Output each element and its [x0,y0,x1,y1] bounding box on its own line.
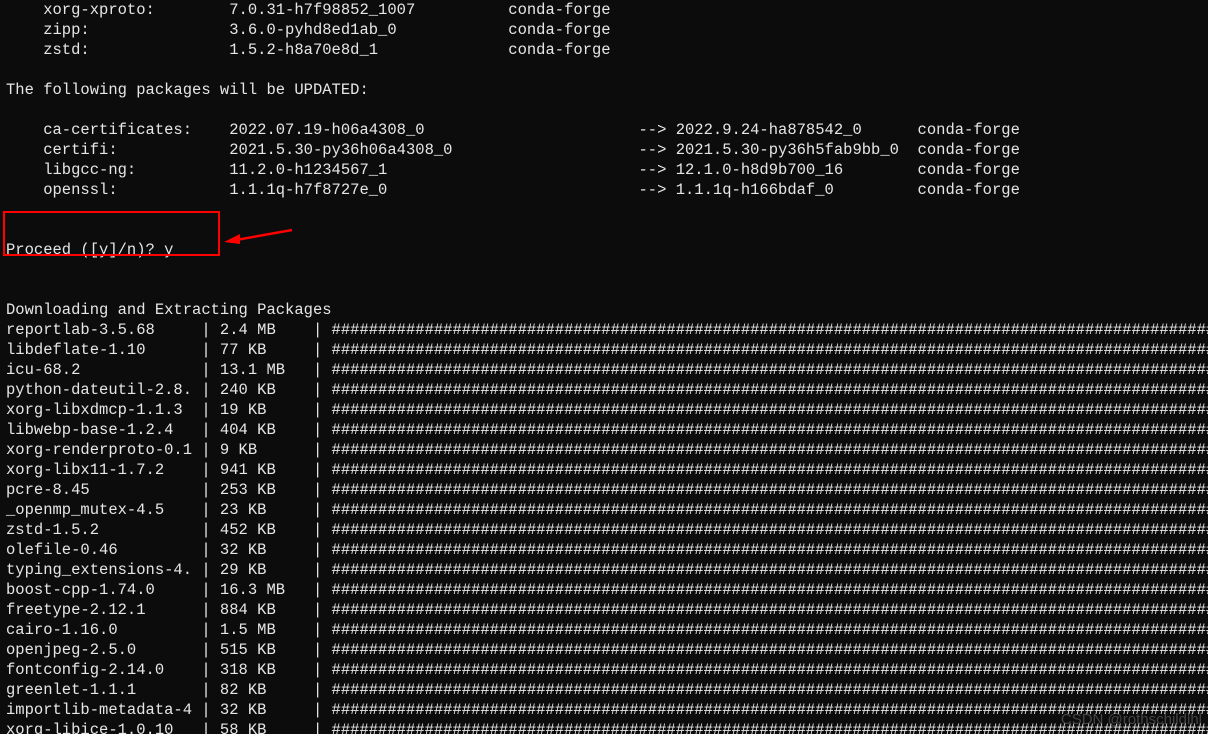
terminal-output: xorg-xproto: 7.0.31-h7f98852_1007 conda-… [0,0,1208,734]
